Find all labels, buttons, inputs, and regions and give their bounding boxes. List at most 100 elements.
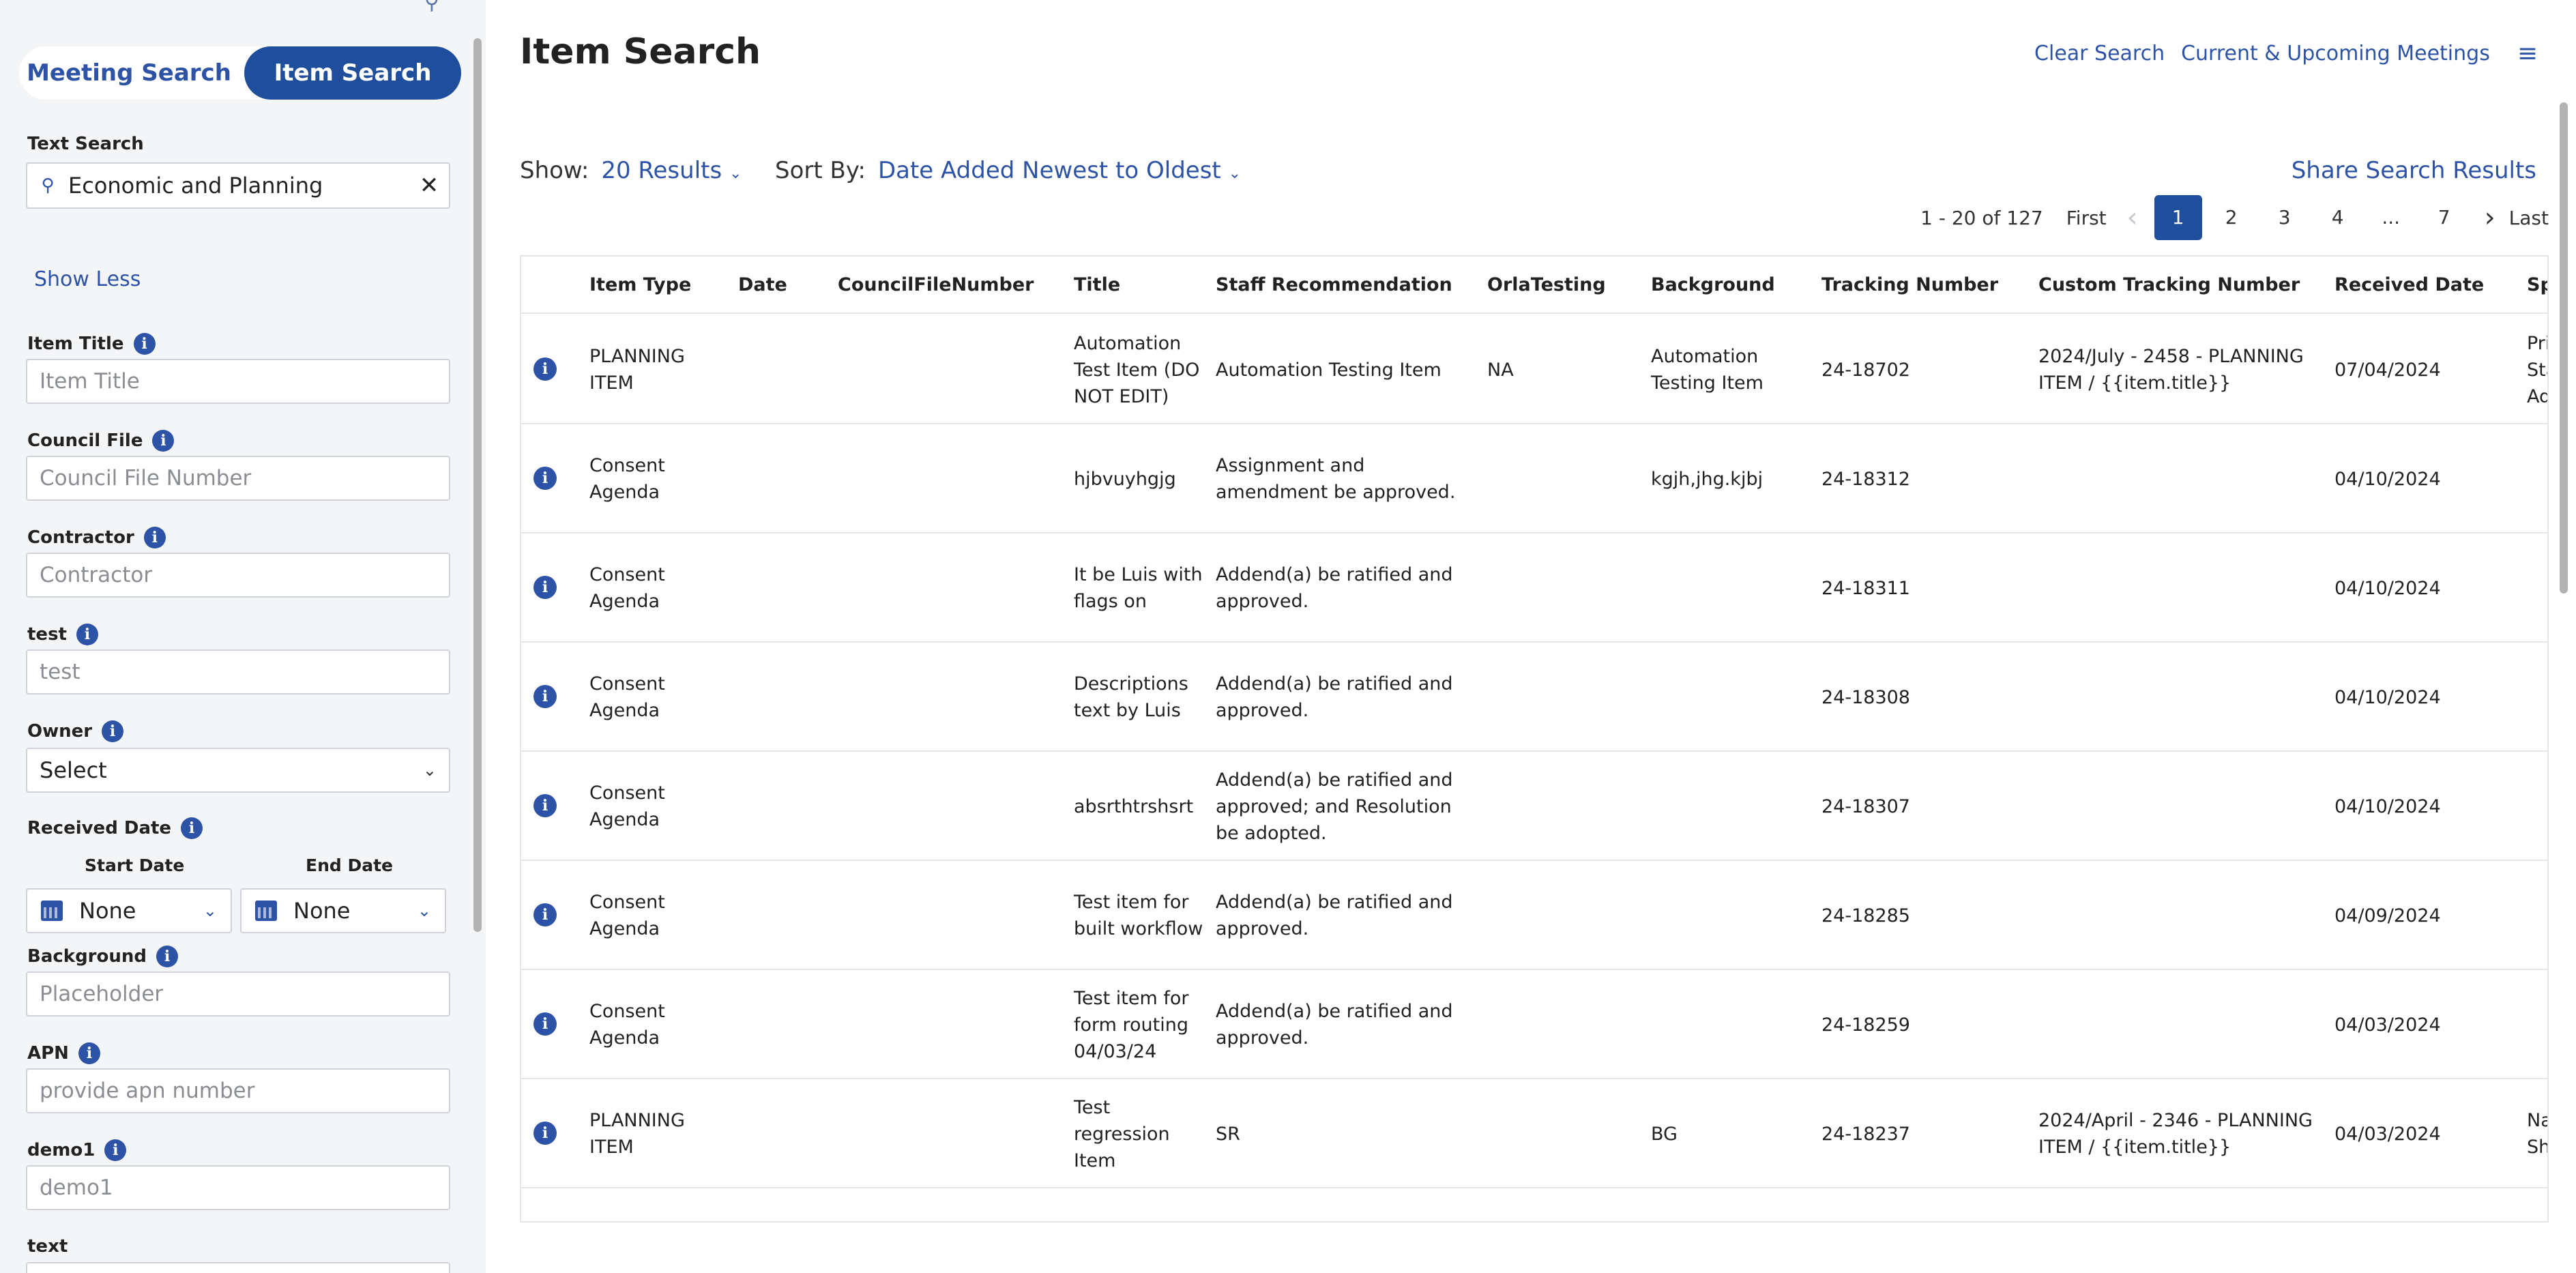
first-page-link[interactable]: First	[2066, 207, 2107, 229]
cell-title: Test item for form routing 04/03/24	[1074, 987, 1189, 1062]
info-icon[interactable]: i	[533, 794, 557, 817]
current-upcoming-meetings-link[interactable]: Current & Upcoming Meetings	[2181, 42, 2490, 65]
info-icon[interactable]: i	[102, 720, 124, 742]
info-icon[interactable]: i	[156, 946, 178, 967]
cell-custom-tracking-number: 2024/July - 2458 - PLANNING ITEM / {{ite…	[2038, 346, 2304, 394]
cell-item-type: PLANNING ITEM	[589, 346, 685, 394]
info-icon[interactable]: i	[181, 817, 203, 839]
cell-received-date: 04/09/2024	[2334, 905, 2441, 926]
page-3-button[interactable]: 3	[2261, 195, 2309, 240]
column-header-staff-recommendation[interactable]: Staff Recommendation	[1216, 257, 1452, 314]
cell-sp: Na Sh	[2527, 1110, 2549, 1158]
info-icon[interactable]: i	[76, 624, 98, 645]
owner-select[interactable]: Select ⌄	[26, 748, 450, 793]
owner-label: Owner i	[27, 720, 124, 742]
column-header-tracking-number[interactable]: Tracking Number	[1821, 257, 1998, 314]
sort-by-dropdown[interactable]: Date Added Newest to Oldest ⌄	[878, 157, 1241, 184]
info-icon[interactable]: i	[533, 467, 557, 490]
column-header-sp[interactable]: Sp	[2527, 257, 2547, 314]
column-header-orla-testing[interactable]: OrlaTesting	[1487, 257, 1606, 314]
contractor-input[interactable]: Contractor	[26, 553, 450, 598]
cell-item-type: Consent Agenda	[589, 782, 665, 830]
main-scrollbar[interactable]	[2560, 102, 2568, 594]
cell-orla-testing	[1487, 643, 1637, 752]
tab-item-search[interactable]: Item Search	[244, 46, 461, 100]
sidebar-scrollbar[interactable]	[473, 38, 482, 932]
end-date-picker[interactable]: None ⌄	[240, 888, 446, 933]
apn-input[interactable]: provide apn number	[26, 1068, 450, 1113]
info-icon[interactable]: i	[133, 333, 156, 355]
column-header-background[interactable]: Background	[1651, 257, 1775, 314]
council-file-input[interactable]: Council File Number	[26, 456, 450, 501]
search-icon[interactable]: ⚲	[424, 0, 439, 14]
sort-by: Sort By: Date Added Newest to Oldest ⌄	[775, 157, 1242, 184]
column-header-council-file-number[interactable]: CouncilFileNumber	[838, 257, 1034, 314]
chevron-right-icon[interactable]: ›	[2485, 202, 2496, 233]
demo1-label: demo1 i	[27, 1139, 127, 1161]
results-range: 1 - 20 of 127	[1920, 206, 2043, 229]
column-header-received-date[interactable]: Received Date	[2334, 257, 2484, 314]
results-per-page-dropdown[interactable]: 20 Results ⌄	[601, 157, 742, 184]
info-icon[interactable]: i	[533, 576, 557, 599]
hamburger-menu-icon[interactable]: ≡	[2517, 40, 2538, 68]
show-less-link[interactable]: Show Less	[34, 267, 141, 291]
info-icon[interactable]: i	[533, 903, 557, 926]
info-icon[interactable]: i	[533, 357, 557, 381]
clear-search-link[interactable]: Clear Search	[2034, 42, 2165, 65]
calendar-icon	[41, 901, 63, 921]
background-input[interactable]: Placeholder	[26, 971, 450, 1016]
table-row[interactable]: i Consent Agenda Test item for built workf…	[521, 861, 2547, 970]
table-row[interactable]: i PLANNING ITEM Test regression Item SR BG 24…	[521, 1079, 2549, 1188]
text-input[interactable]	[26, 1262, 450, 1273]
info-icon[interactable]: i	[152, 430, 175, 452]
cell-sp: Pri Sta Ad	[2527, 332, 2549, 407]
share-search-results-link[interactable]: Share Search Results	[2292, 157, 2536, 184]
cell-staff-recommendation: Assignment and amendment be approved.	[1216, 455, 1456, 503]
page-4-button[interactable]: 4	[2314, 195, 2362, 240]
cell-title: Test regression Item	[1074, 1096, 1170, 1171]
cell-staff-recommendation: Addend(a) be ratified and approved.	[1216, 892, 1453, 939]
table-row[interactable]: i Consent Agenda Test item for form routin…	[521, 970, 2547, 1079]
page-7-button[interactable]: 7	[2420, 195, 2468, 240]
text-search-input[interactable]: ⚲ Economic and Planning ✕	[26, 162, 450, 209]
page-2-button[interactable]: 2	[2208, 195, 2255, 240]
cell-background	[1651, 970, 1808, 1079]
table-row[interactable]: i Consent Agenda absrthtrshsrt Addend(a) be…	[521, 752, 2547, 861]
cell-sp	[2527, 424, 2547, 533]
chevron-left-icon[interactable]: ‹	[2127, 202, 2138, 233]
table-row[interactable]: i Consent Agenda It be Luis with flags on A…	[521, 533, 2547, 643]
start-date-picker[interactable]: None ⌄	[26, 888, 232, 933]
text-search-label: Text Search	[27, 134, 144, 154]
info-icon[interactable]: i	[533, 1012, 557, 1036]
info-icon[interactable]: i	[533, 1122, 557, 1145]
cell-orla-testing	[1487, 1079, 1637, 1188]
info-icon[interactable]: i	[104, 1139, 127, 1161]
column-header-custom-tracking-number[interactable]: Custom Tracking Number	[2038, 257, 2300, 314]
tab-meeting-search[interactable]: Meeting Search	[19, 46, 239, 100]
cell-staff-recommendation: Addend(a) be ratified and approved.	[1216, 1001, 1453, 1049]
demo1-input[interactable]: demo1	[26, 1165, 450, 1210]
column-header-title[interactable]: Title	[1074, 257, 1120, 314]
cell-date	[738, 424, 827, 533]
item-title-input[interactable]: Item Title	[26, 359, 450, 404]
cell-date	[738, 861, 827, 970]
column-header-date[interactable]: Date	[738, 257, 787, 314]
cell-date	[738, 752, 827, 861]
table-row[interactable]: i Consent Agenda hjbvuyhgjg Assignment and …	[521, 424, 2547, 533]
text-search-value[interactable]: Economic and Planning	[68, 173, 409, 199]
cell-item-type: Consent Agenda	[589, 892, 665, 939]
info-icon[interactable]: i	[533, 685, 557, 708]
column-header-item-type[interactable]: Item Type	[589, 257, 691, 314]
cell-sp	[2527, 643, 2547, 752]
close-icon[interactable]: ✕	[409, 172, 449, 199]
table-row[interactable]: i PLANNING ITEM Automation Test Item (DO N…	[521, 315, 2549, 424]
test-input[interactable]: test	[26, 649, 450, 694]
table-row[interactable]: i Consent Agenda Descriptions text by Luis…	[521, 643, 2547, 752]
info-icon[interactable]: i	[78, 1042, 100, 1064]
cell-staff-recommendation: Automation Testing Item	[1216, 359, 1441, 381]
page-1-button[interactable]: 1	[2154, 195, 2202, 240]
text-label: text	[27, 1236, 68, 1257]
last-page-link[interactable]: Last	[2509, 207, 2549, 229]
info-icon[interactable]: i	[143, 527, 166, 548]
cell-tracking-number: 24-18308	[1821, 686, 1910, 708]
